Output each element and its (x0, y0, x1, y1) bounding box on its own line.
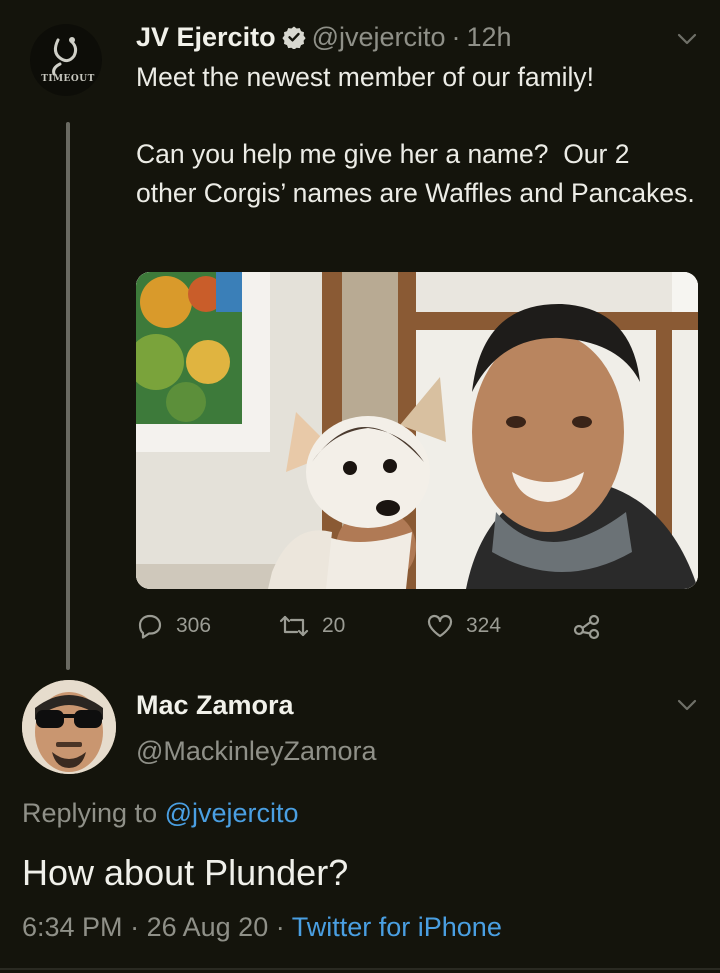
corgi-photo-image (136, 272, 698, 589)
tweet-text: Meet the newest member of our family! Ca… (136, 62, 695, 208)
replying-to-mention[interactable]: @jvejercito (165, 798, 299, 828)
jv-ejercito-avatar[interactable]: TIMEOUT (30, 24, 102, 96)
author-name[interactable]: JV Ejercito (136, 22, 276, 53)
reply-date[interactable]: 26 Aug 20 (147, 912, 269, 942)
reply-button[interactable]: 306 (136, 606, 211, 646)
chevron-down-icon[interactable] (676, 698, 698, 712)
replying-to-line: Replying to @jvejercito (22, 798, 299, 829)
reply-meta: 6:34 PM · 26 Aug 20 · Twitter for iPhone (22, 912, 502, 943)
retweet-button[interactable]: 20 (278, 606, 345, 646)
reply-time[interactable]: 6:34 PM (22, 912, 123, 942)
tweet-actions: 306 20 324 (136, 606, 606, 646)
verified-badge-icon (281, 26, 306, 49)
reply-count: 306 (176, 614, 212, 637)
reply-text: How about Plunder? (22, 852, 349, 893)
reply-author-handle[interactable]: @MackinleyZamora (136, 736, 376, 767)
like-button[interactable]: 324 (426, 606, 501, 646)
retweet-count: 20 (322, 614, 346, 637)
mac-zamora-avatar[interactable] (22, 680, 116, 774)
share-icon (573, 614, 600, 640)
replying-to-prefix: Replying to (22, 798, 158, 828)
avatar-logo-text: TIMEOUT (41, 74, 95, 84)
timeout-logo-icon (52, 37, 78, 76)
like-icon (427, 614, 453, 638)
share-button[interactable] (572, 606, 614, 646)
reply-source[interactable]: Twitter for iPhone (292, 912, 502, 942)
like-count: 324 (466, 614, 502, 637)
chevron-down-icon[interactable] (676, 32, 698, 46)
meta-separator: · (275, 912, 285, 942)
divider (0, 968, 720, 970)
meta-separator: · (130, 912, 140, 942)
header-separator: · (451, 21, 461, 52)
reply-author-name[interactable]: Mac Zamora (136, 690, 294, 721)
tweet-header: JV Ejercito @jvejercito · 12h (136, 18, 512, 56)
author-handle[interactable]: @jvejercito (312, 22, 446, 53)
tweet-time[interactable]: 12h (467, 22, 512, 53)
profile-photo-image (22, 680, 116, 774)
retweet-icon (279, 615, 309, 637)
reply-icon (138, 614, 162, 639)
tweet-photo[interactable] (136, 272, 698, 589)
thread-line (66, 122, 70, 670)
